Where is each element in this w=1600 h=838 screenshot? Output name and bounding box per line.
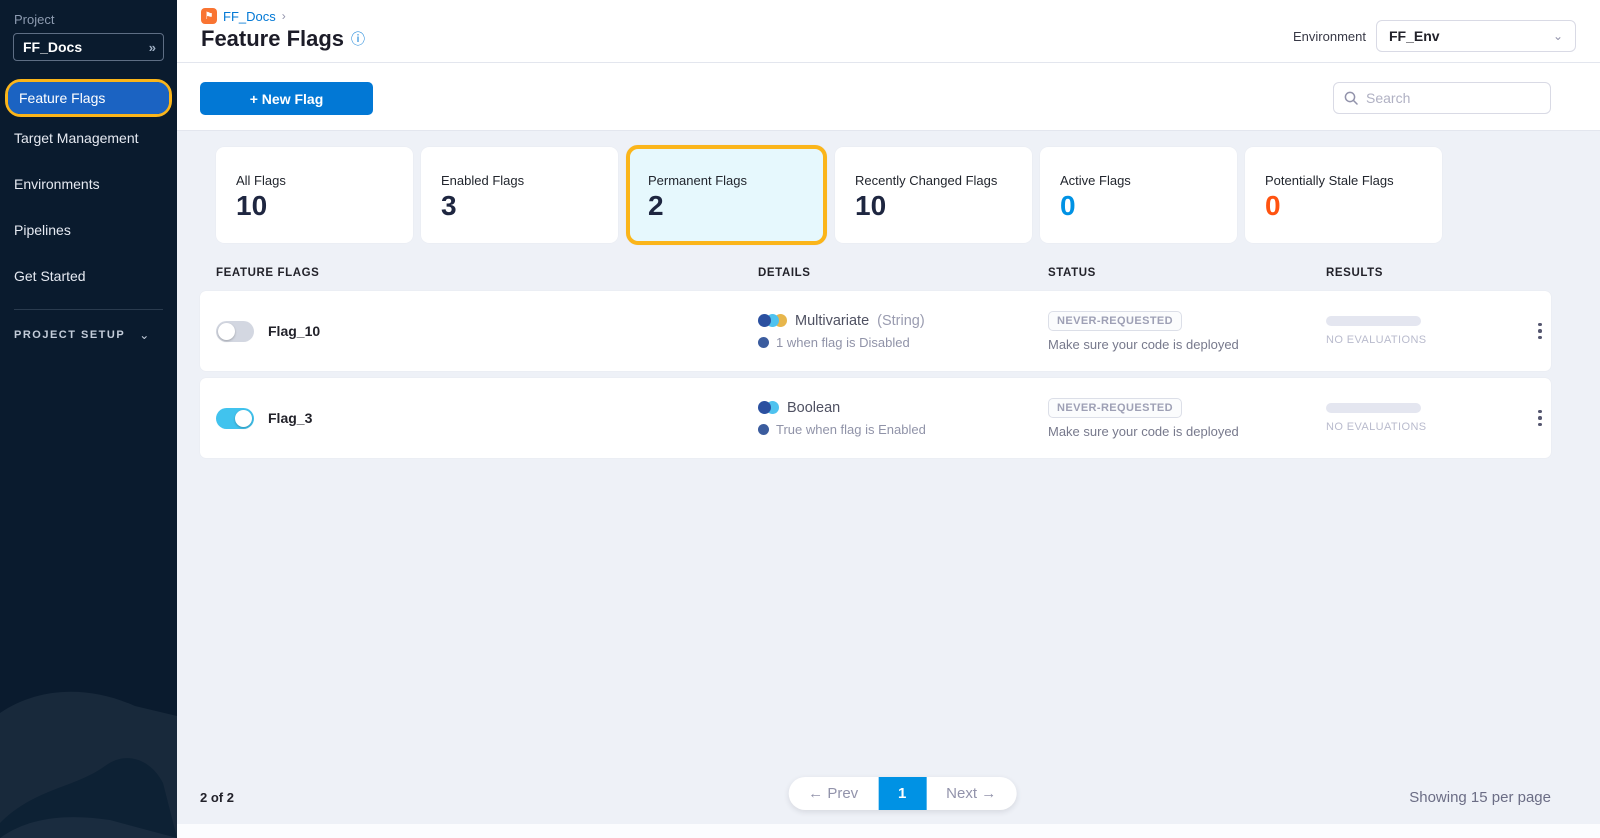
- flag-name[interactable]: Flag_3: [268, 410, 312, 426]
- chevron-down-icon: ⌄: [1553, 29, 1563, 43]
- search-input[interactable]: [1366, 90, 1526, 106]
- pagination: ← Prev 1 Next →: [788, 777, 1016, 810]
- default-variation-dot-icon: [758, 424, 769, 435]
- table-row-flag-10[interactable]: Flag_10 Multivariate (String) 1 when fla…: [200, 291, 1551, 371]
- flag-type: Boolean: [787, 400, 840, 416]
- stat-label: Enabled Flags: [441, 173, 598, 188]
- status-hint-text: Make sure your code is deployed: [1048, 424, 1239, 439]
- project-label: Project: [0, 12, 177, 27]
- evaluations-bar: [1326, 316, 1421, 326]
- flag-name[interactable]: Flag_10: [268, 323, 320, 339]
- app-window: Project FF_Docs » Feature Flags Target M…: [0, 0, 1600, 838]
- breadcrumb-project-link[interactable]: FF_Docs: [223, 9, 276, 24]
- sidebar-section-project-setup[interactable]: PROJECT SETUP ⌄: [0, 324, 177, 346]
- stat-card-enabled-flags[interactable]: Enabled Flags 3: [421, 147, 618, 243]
- default-rule-text: True when flag is Enabled: [776, 422, 926, 437]
- page-title: Feature Flags: [201, 26, 344, 52]
- default-rule-text: 1 when flag is Disabled: [776, 335, 910, 350]
- evaluations-text: NO EVALUATIONS: [1326, 421, 1529, 433]
- sidebar-item-pipelines[interactable]: Pipelines: [0, 213, 177, 247]
- stat-label: All Flags: [236, 173, 393, 188]
- environment-value: FF_Env: [1389, 28, 1440, 44]
- stat-card-all-flags[interactable]: All Flags 10: [216, 147, 413, 243]
- evaluations-text: NO EVALUATIONS: [1326, 334, 1529, 346]
- stat-card-recently-changed-flags[interactable]: Recently Changed Flags 10: [835, 147, 1032, 243]
- toolbar: + New Flag: [177, 63, 1600, 131]
- main-area: ⚑ FF_Docs › Feature Flags ⓘ Environment …: [177, 0, 1600, 838]
- sidebar-item-target-management[interactable]: Target Management: [0, 121, 177, 155]
- prev-page-button[interactable]: ← Prev: [788, 777, 878, 810]
- default-variation-dot-icon: [758, 337, 769, 348]
- chevron-right-icon: ›: [282, 9, 286, 23]
- stat-label: Recently Changed Flags: [855, 173, 1012, 188]
- stat-label: Permanent Flags: [648, 173, 805, 188]
- content-area: All Flags 10 Enabled Flags 3 Permanent F…: [177, 131, 1600, 824]
- flag-type: Multivariate: [795, 313, 869, 329]
- next-page-button[interactable]: Next →: [926, 777, 1016, 810]
- page-1-button[interactable]: 1: [878, 777, 926, 810]
- sidebar-item-feature-flags[interactable]: Feature Flags: [8, 82, 169, 114]
- stat-card-potentially-stale-flags[interactable]: Potentially Stale Flags 0: [1245, 147, 1442, 243]
- sidebar-decoration: [0, 638, 177, 838]
- flag-toggle-off[interactable]: [216, 321, 254, 342]
- stat-value: 0: [1265, 190, 1422, 222]
- stat-label: Active Flags: [1060, 173, 1217, 188]
- info-icon[interactable]: ⓘ: [351, 29, 365, 49]
- table-row-flag-3[interactable]: Flag_3 Boolean True when flag is Enabled: [200, 378, 1551, 458]
- project-setup-label: PROJECT SETUP: [14, 329, 125, 341]
- column-header-results: RESULTS: [1326, 267, 1529, 279]
- row-options-kebab-icon[interactable]: [1532, 404, 1548, 433]
- stat-value: 2: [648, 190, 805, 222]
- row-count-text: 2 of 2: [200, 790, 234, 805]
- feature-flags-module-icon: ⚑: [201, 8, 217, 24]
- breadcrumb: ⚑ FF_Docs ›: [201, 8, 365, 24]
- bottom-strip: [177, 824, 1600, 838]
- status-badge: NEVER-REQUESTED: [1048, 398, 1182, 418]
- column-header-details: DETAILS: [758, 267, 1048, 279]
- flag-toggle-on[interactable]: [216, 408, 254, 429]
- project-selector[interactable]: FF_Docs »: [13, 33, 164, 61]
- column-header-feature-flags: FEATURE FLAGS: [216, 267, 758, 279]
- sidebar: Project FF_Docs » Feature Flags Target M…: [0, 0, 177, 838]
- stat-value: 10: [236, 190, 393, 222]
- status-hint-text: Make sure your code is deployed: [1048, 337, 1239, 352]
- search-box[interactable]: [1333, 82, 1551, 114]
- annotation-ring-feature-flags: Feature Flags: [5, 79, 172, 117]
- flag-type-suffix: (String): [877, 313, 925, 329]
- chevron-double-right-icon[interactable]: »: [149, 40, 154, 55]
- row-options-kebab-icon[interactable]: [1532, 317, 1548, 346]
- page-header: ⚑ FF_Docs › Feature Flags ⓘ Environment …: [177, 0, 1600, 63]
- stats-cards-row: All Flags 10 Enabled Flags 3 Permanent F…: [216, 147, 1551, 245]
- stat-value: 0: [1060, 190, 1217, 222]
- status-badge: NEVER-REQUESTED: [1048, 311, 1182, 331]
- new-flag-button[interactable]: + New Flag: [200, 82, 373, 115]
- search-icon: [1344, 91, 1358, 105]
- project-name: FF_Docs: [23, 39, 82, 55]
- sidebar-item-get-started[interactable]: Get Started: [0, 259, 177, 293]
- column-header-status: STATUS: [1048, 267, 1326, 279]
- sidebar-divider: [14, 309, 163, 310]
- multivariate-type-icon: [758, 314, 787, 327]
- stat-card-active-flags[interactable]: Active Flags 0: [1040, 147, 1237, 243]
- stat-value: 10: [855, 190, 1012, 222]
- evaluations-bar: [1326, 403, 1421, 413]
- boolean-type-icon: [758, 401, 779, 414]
- table-header: FEATURE FLAGS DETAILS STATUS RESULTS: [200, 267, 1551, 291]
- sidebar-item-environments[interactable]: Environments: [0, 167, 177, 201]
- stat-value: 3: [441, 190, 598, 222]
- chevron-down-icon: ⌄: [139, 328, 149, 342]
- stat-label: Potentially Stale Flags: [1265, 173, 1422, 188]
- page-size-text: Showing 15 per page: [1409, 789, 1551, 806]
- stat-card-permanent-flags[interactable]: Permanent Flags 2: [626, 145, 827, 245]
- environment-label: Environment: [1293, 29, 1366, 44]
- environment-select[interactable]: FF_Env ⌄: [1376, 20, 1576, 52]
